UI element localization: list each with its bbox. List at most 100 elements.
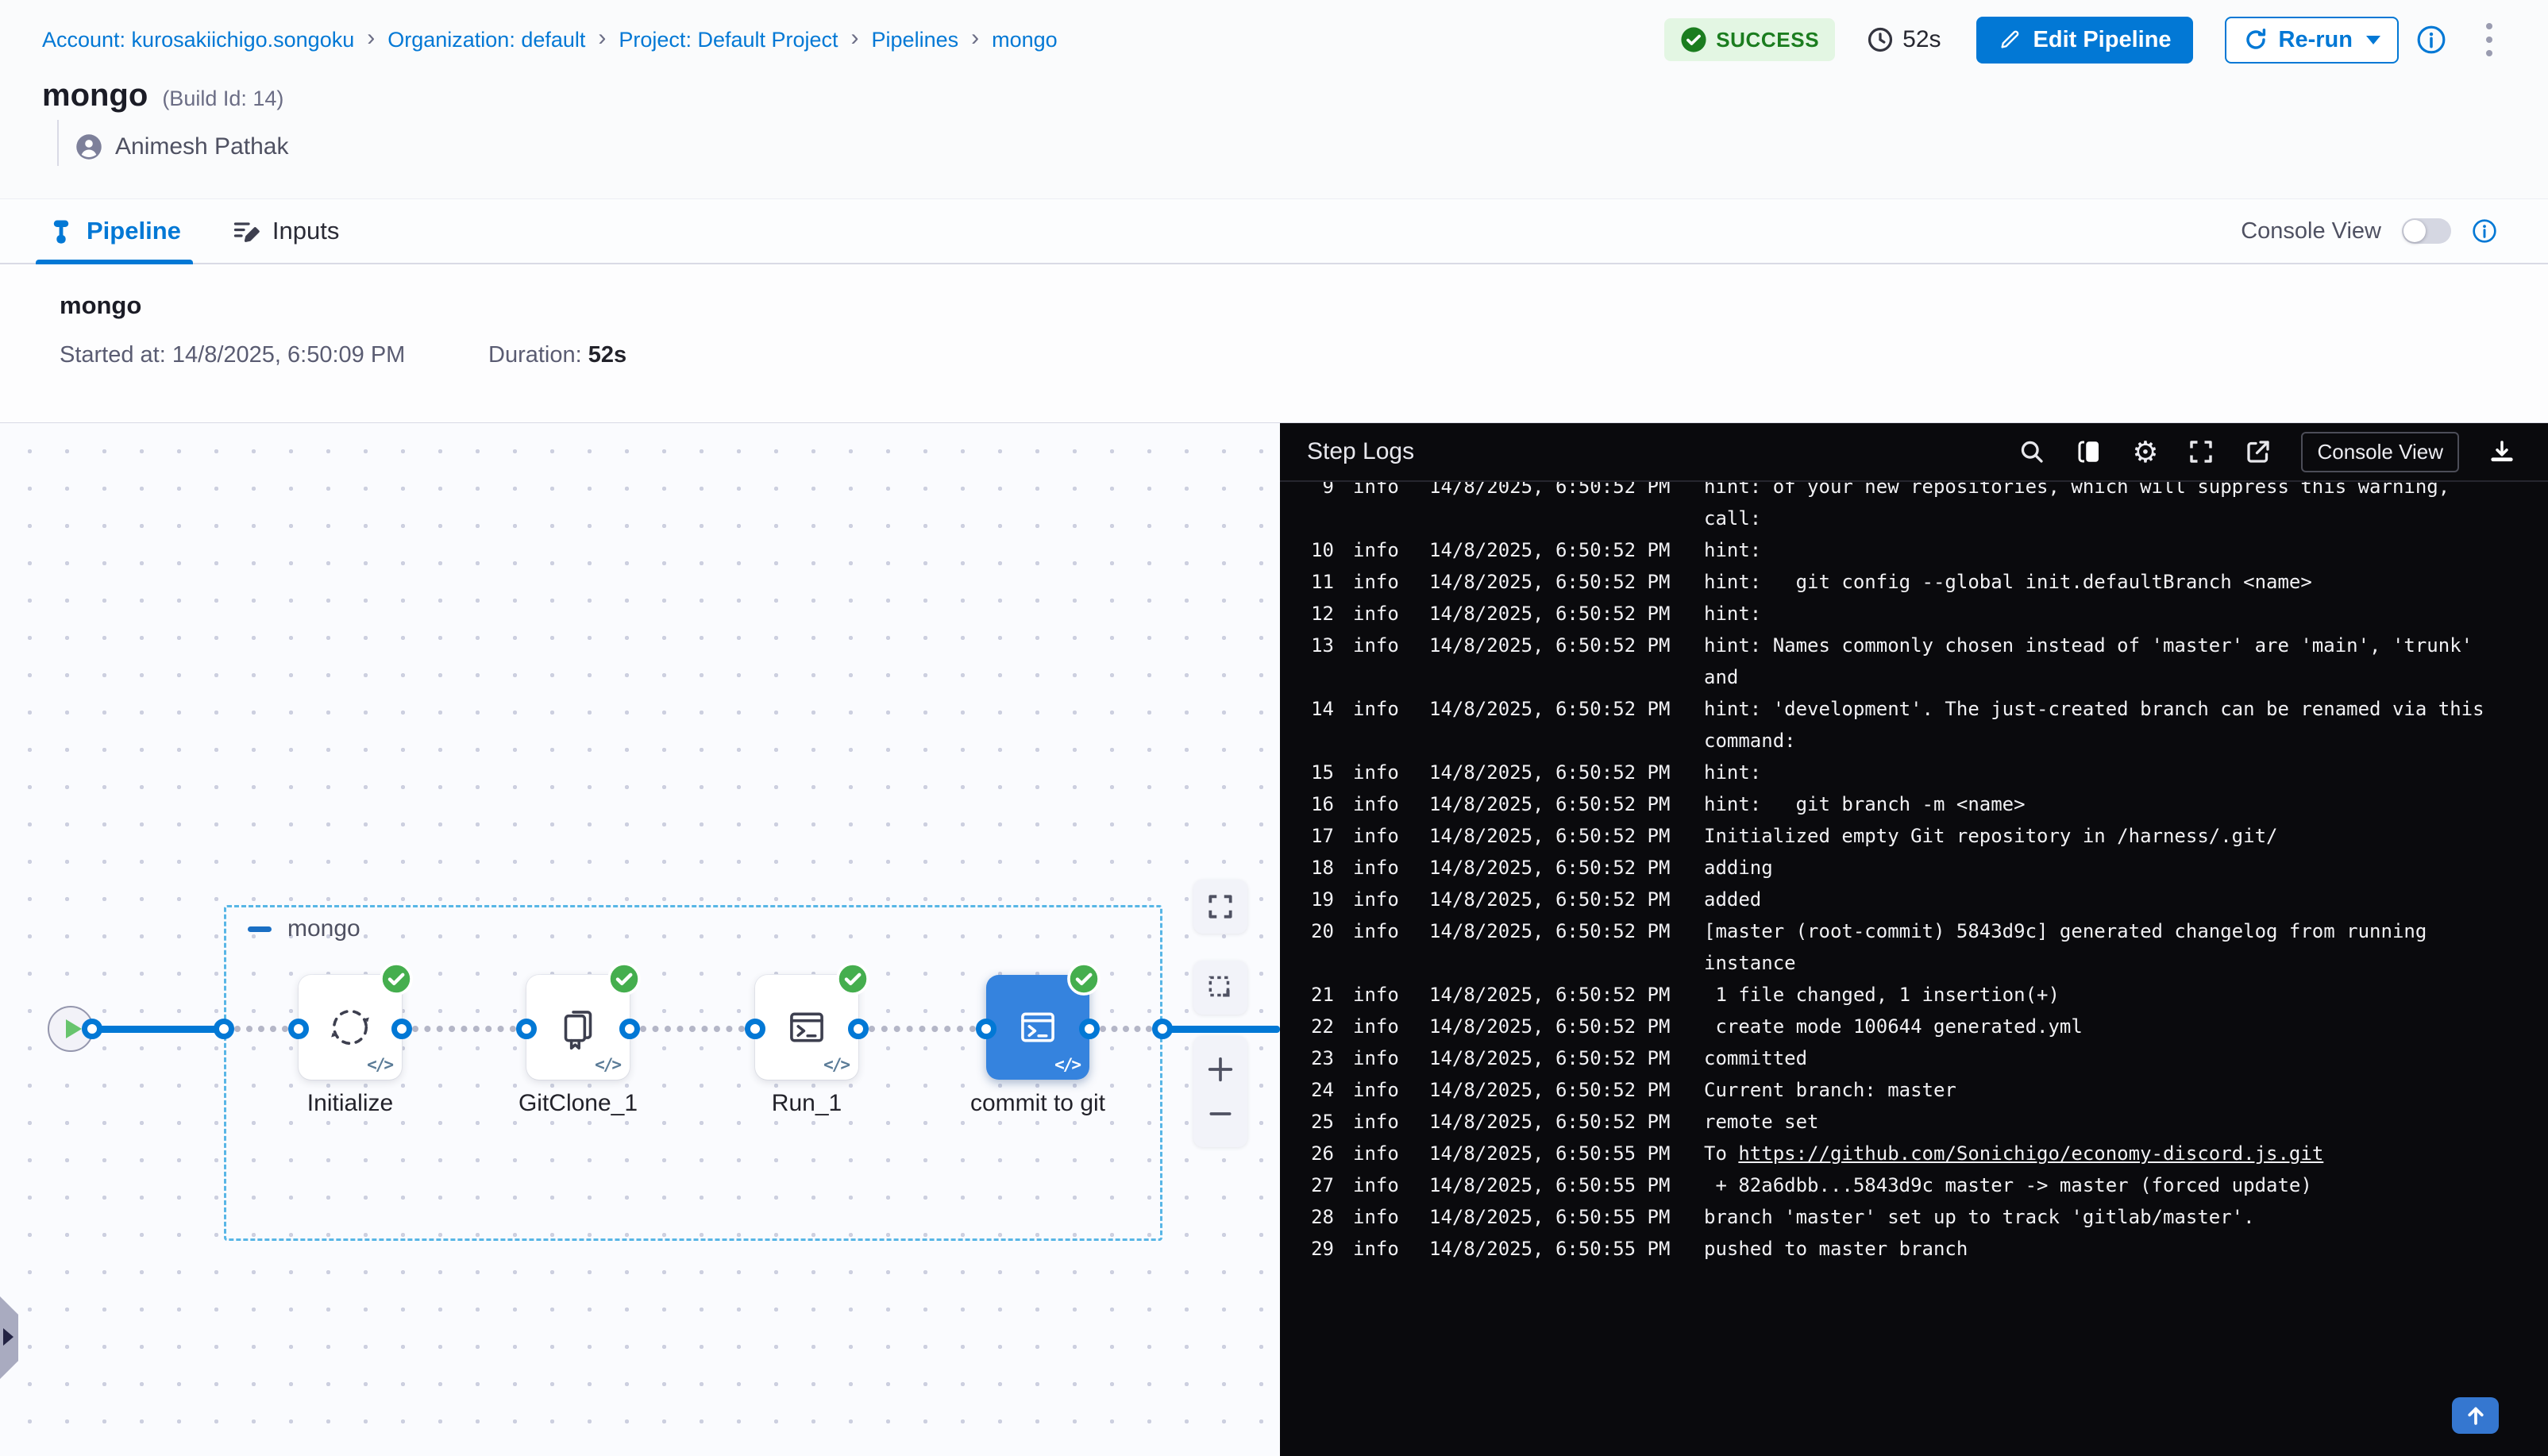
log-line-number: 17 [1302, 820, 1334, 852]
breadcrumb-project[interactable]: Project: Default Project [619, 28, 838, 52]
connector-port [745, 1019, 765, 1039]
connector-port [214, 1019, 234, 1039]
log-level: info [1353, 820, 1410, 852]
zoom-out-button[interactable] [1205, 1098, 1236, 1130]
log-timestamp: 14/8/2025, 6:50:55 PM [1429, 1169, 1685, 1201]
connector-port [288, 1019, 309, 1039]
log-level: info [1353, 884, 1410, 915]
settings-gear-icon[interactable]: ⚙ [2132, 437, 2158, 467]
chevron-right-icon: › [598, 26, 606, 53]
log-message: hint: of your new repositories, which wi… [1704, 482, 2508, 534]
more-options-menu-icon[interactable] [2481, 18, 2497, 61]
breadcrumb-organization[interactable]: Organization: default [387, 28, 585, 52]
console-view-toggle[interactable] [2402, 218, 2451, 244]
connector-port [82, 1019, 102, 1039]
console-view-button[interactable]: Console View [2301, 432, 2459, 472]
step-node-run[interactable]: </> [755, 975, 858, 1080]
log-row: 25 info 14/8/2025, 6:50:52 PM remote set [1302, 1106, 2548, 1138]
step-node-initialize[interactable]: </> [299, 975, 402, 1080]
tab-pipeline-label: Pipeline [87, 217, 181, 245]
log-timestamp: 14/8/2025, 6:50:52 PM [1429, 1011, 1685, 1042]
log-row: 12 info 14/8/2025, 6:50:52 PM hint: [1302, 598, 2548, 630]
rerun-button[interactable]: Re-run [2225, 17, 2399, 64]
expand-left-panel-handle[interactable] [0, 1296, 18, 1379]
tab-bar: Pipeline Inputs Console View [0, 198, 2548, 264]
scroll-to-top-button[interactable] [2452, 1397, 2499, 1434]
zoom-in-button[interactable] [1205, 1053, 1236, 1085]
pipeline-canvas: mongo </> Initialize </> GitClone_1 [0, 423, 1280, 1456]
log-timestamp: 14/8/2025, 6:50:52 PM [1429, 820, 1685, 852]
connector-port [516, 1019, 537, 1039]
code-glyph: </> [367, 1055, 392, 1074]
log-line-number: 22 [1302, 1011, 1334, 1042]
log-line-number: 18 [1302, 852, 1334, 884]
log-level: info [1353, 788, 1410, 820]
breadcrumb: Account: kurosakiichigo.songoku › Organi… [42, 26, 1058, 53]
log-timestamp: 14/8/2025, 6:50:52 PM [1429, 915, 1685, 979]
connector-line [1162, 1026, 1280, 1033]
log-message: create mode 100644 generated.yml [1704, 1011, 2508, 1042]
step-logs-panel: Step Logs ⚙ Console View [1280, 423, 2548, 1456]
log-message: [master (root-commit) 5843d9c] generated… [1704, 915, 2508, 979]
stage-info-bar: mongo Started at: 14/8/2025, 6:50:09 PM … [0, 264, 2548, 423]
log-timestamp: 14/8/2025, 6:50:52 PM [1429, 566, 1685, 598]
multi-select-button[interactable] [1193, 961, 1247, 1015]
breadcrumb-pipeline-name[interactable]: mongo [992, 28, 1058, 52]
tab-inputs-label: Inputs [272, 217, 339, 245]
info-icon[interactable] [2472, 218, 2497, 244]
tab-inputs[interactable]: Inputs [232, 199, 339, 263]
log-message: committed [1704, 1042, 2508, 1074]
caret-down-icon [2366, 36, 2380, 44]
step-node-commit-to-git[interactable]: </> [986, 975, 1089, 1080]
log-message: adding [1704, 852, 2508, 884]
code-glyph: </> [595, 1055, 620, 1074]
log-level: info [1353, 852, 1410, 884]
started-at: Started at: 14/8/2025, 6:50:09 PM [60, 342, 488, 368]
fit-to-screen-button[interactable] [1193, 880, 1247, 934]
log-timestamp: 14/8/2025, 6:50:52 PM [1429, 482, 1685, 534]
code-glyph: </> [1054, 1055, 1080, 1074]
log-line-number: 25 [1302, 1106, 1334, 1138]
log-row: 29 info 14/8/2025, 6:50:55 PM pushed to … [1302, 1233, 2548, 1265]
edit-pipeline-button[interactable]: Edit Pipeline [1976, 17, 2193, 64]
refresh-icon [2243, 27, 2269, 52]
download-icon[interactable] [2488, 437, 2516, 466]
success-check-icon [835, 961, 870, 996]
log-timestamp: 14/8/2025, 6:50:52 PM [1429, 884, 1685, 915]
log-timestamp: 14/8/2025, 6:50:55 PM [1429, 1233, 1685, 1265]
inputs-icon [232, 217, 260, 245]
author-byline: Animesh Pathak [57, 120, 288, 166]
status-text: SUCCESS [1716, 28, 1819, 52]
step-node-gitclone[interactable]: </> [526, 975, 630, 1080]
log-level: info [1353, 693, 1410, 757]
log-message: 1 file changed, 1 insertion(+) [1704, 979, 2508, 1011]
play-icon [66, 1019, 82, 1038]
log-row: 14 info 14/8/2025, 6:50:52 PM hint: 'dev… [1302, 693, 2548, 757]
tab-pipeline[interactable]: Pipeline [48, 199, 181, 263]
log-line-number: 9 [1302, 482, 1334, 534]
collapse-stage-icon[interactable] [248, 926, 272, 932]
log-message: hint: git branch -m <name> [1704, 788, 2508, 820]
log-message: Initialized empty Git repository in /har… [1704, 820, 2508, 852]
breadcrumb-pipelines[interactable]: Pipelines [872, 28, 959, 52]
console-view-label: Console View [2241, 218, 2381, 245]
step-label: Initialize [231, 1090, 469, 1117]
log-row: 22 info 14/8/2025, 6:50:52 PM create mod… [1302, 1011, 2548, 1042]
log-output[interactable]: 9 info 14/8/2025, 6:50:52 PM hint: of yo… [1280, 482, 2548, 1456]
log-level: info [1353, 979, 1410, 1011]
log-message: hint: [1704, 534, 2508, 566]
copy-icon[interactable] [2075, 437, 2103, 466]
breadcrumb-account[interactable]: Account: kurosakiichigo.songoku [42, 28, 354, 52]
info-icon[interactable] [2416, 25, 2446, 55]
log-message: hint: [1704, 757, 2508, 788]
log-row: 17 info 14/8/2025, 6:50:52 PM Initialize… [1302, 820, 2548, 852]
log-link[interactable]: https://github.com/Sonichigo/economy-dis… [1738, 1142, 2323, 1165]
log-row: 28 info 14/8/2025, 6:50:55 PM branch 'ma… [1302, 1201, 2548, 1233]
log-line-number: 14 [1302, 693, 1334, 757]
open-in-new-icon[interactable] [2244, 437, 2272, 466]
log-timestamp: 14/8/2025, 6:50:52 PM [1429, 979, 1685, 1011]
log-level: info [1353, 1042, 1410, 1074]
fullscreen-icon[interactable] [2187, 437, 2215, 466]
search-icon[interactable] [2018, 437, 2046, 466]
success-check-icon [607, 961, 642, 996]
